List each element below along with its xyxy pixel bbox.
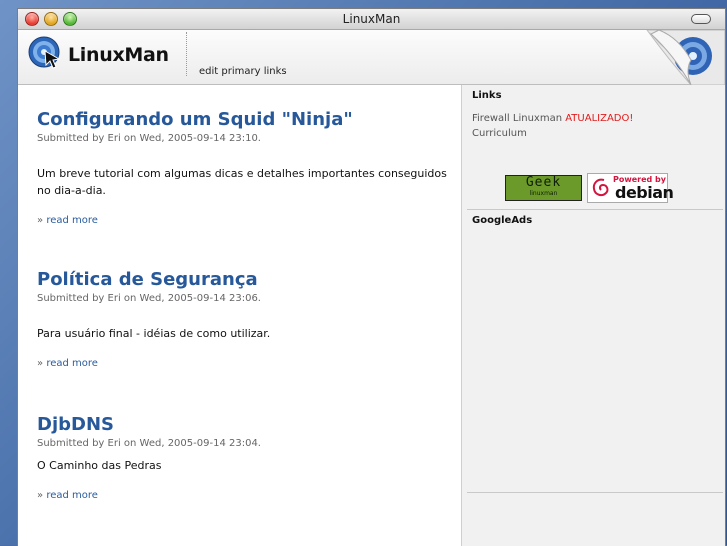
read-more-label: read more [46,215,98,226]
node-title-link[interactable]: DjbDNS [37,414,447,436]
sidebar-divider [467,209,723,210]
node-body: Um breve tutorial com algumas dicas e de… [37,167,447,197]
node-title-link[interactable]: Política de Segurança [37,269,447,291]
node-politica: Política de Segurança Submitted by Eri o… [37,269,447,370]
updated-badge: ATUALIZADO! [565,113,634,124]
browser-window: LinuxMan LinuxMan edit primary links Con… [17,8,726,546]
toolbar-toggle-button[interactable] [691,14,711,24]
sidebar-divider [467,492,723,493]
read-more-arrow-icon: » [37,490,44,501]
node-squid: Configurando um Squid "Ninja" Submitted … [37,109,447,227]
read-more-label: read more [46,490,98,501]
node-body: O Caminho das Pedras [37,459,162,472]
debian-label: debian [615,183,674,202]
edit-primary-links-link[interactable]: edit primary links [199,66,287,77]
node-submitted: Submitted by Eri on Wed, 2005-09-14 23:1… [37,133,261,144]
read-more-link[interactable]: » read more [37,490,98,501]
node-djbdns: DjbDNS Submitted by Eri on Wed, 2005-09-… [37,414,447,502]
window-titlebar[interactable]: LinuxMan [18,9,725,30]
site-name[interactable]: LinuxMan [68,44,169,66]
page-curl-logo-icon [646,30,725,85]
geek-badge[interactable]: Geek linuxman [505,175,582,201]
firewall-linuxman-link[interactable]: Firewall Linuxman ATUALIZADO! [472,113,633,124]
geek-badge-title: Geek [525,175,562,190]
debian-swirl-icon [592,178,609,197]
geek-badge-subtitle: linuxman [529,190,558,197]
node-body: Para usuário final - idéias de como util… [37,327,271,340]
read-more-link[interactable]: » read more [37,358,98,369]
window-title: LinuxMan [342,12,401,26]
read-more-label: read more [46,358,98,369]
read-more-arrow-icon: » [37,215,44,226]
node-submitted: Submitted by Eri on Wed, 2005-09-14 23:0… [37,293,261,304]
node-title-link[interactable]: Configurando um Squid "Ninja" [37,109,447,131]
links-block-title: Links [472,90,502,101]
main-content: Configurando um Squid "Ninja" Submitted … [18,85,461,546]
googleads-block-title: GoogleAds [472,215,533,226]
sidebar: Links Firewall Linuxman ATUALIZADO! Curr… [461,85,725,546]
site-header: LinuxMan edit primary links [18,30,725,85]
read-more-arrow-icon: » [37,358,44,369]
node-submitted: Submitted by Eri on Wed, 2005-09-14 23:0… [37,438,261,449]
curriculum-link[interactable]: Curriculum [472,128,527,139]
linuxman-logo-icon[interactable] [28,36,62,70]
header-divider [186,32,187,76]
read-more-link[interactable]: » read more [37,215,98,226]
firewall-link-label: Firewall Linuxman [472,113,563,124]
powered-by-debian-badge[interactable]: Powered by debian [587,173,674,203]
